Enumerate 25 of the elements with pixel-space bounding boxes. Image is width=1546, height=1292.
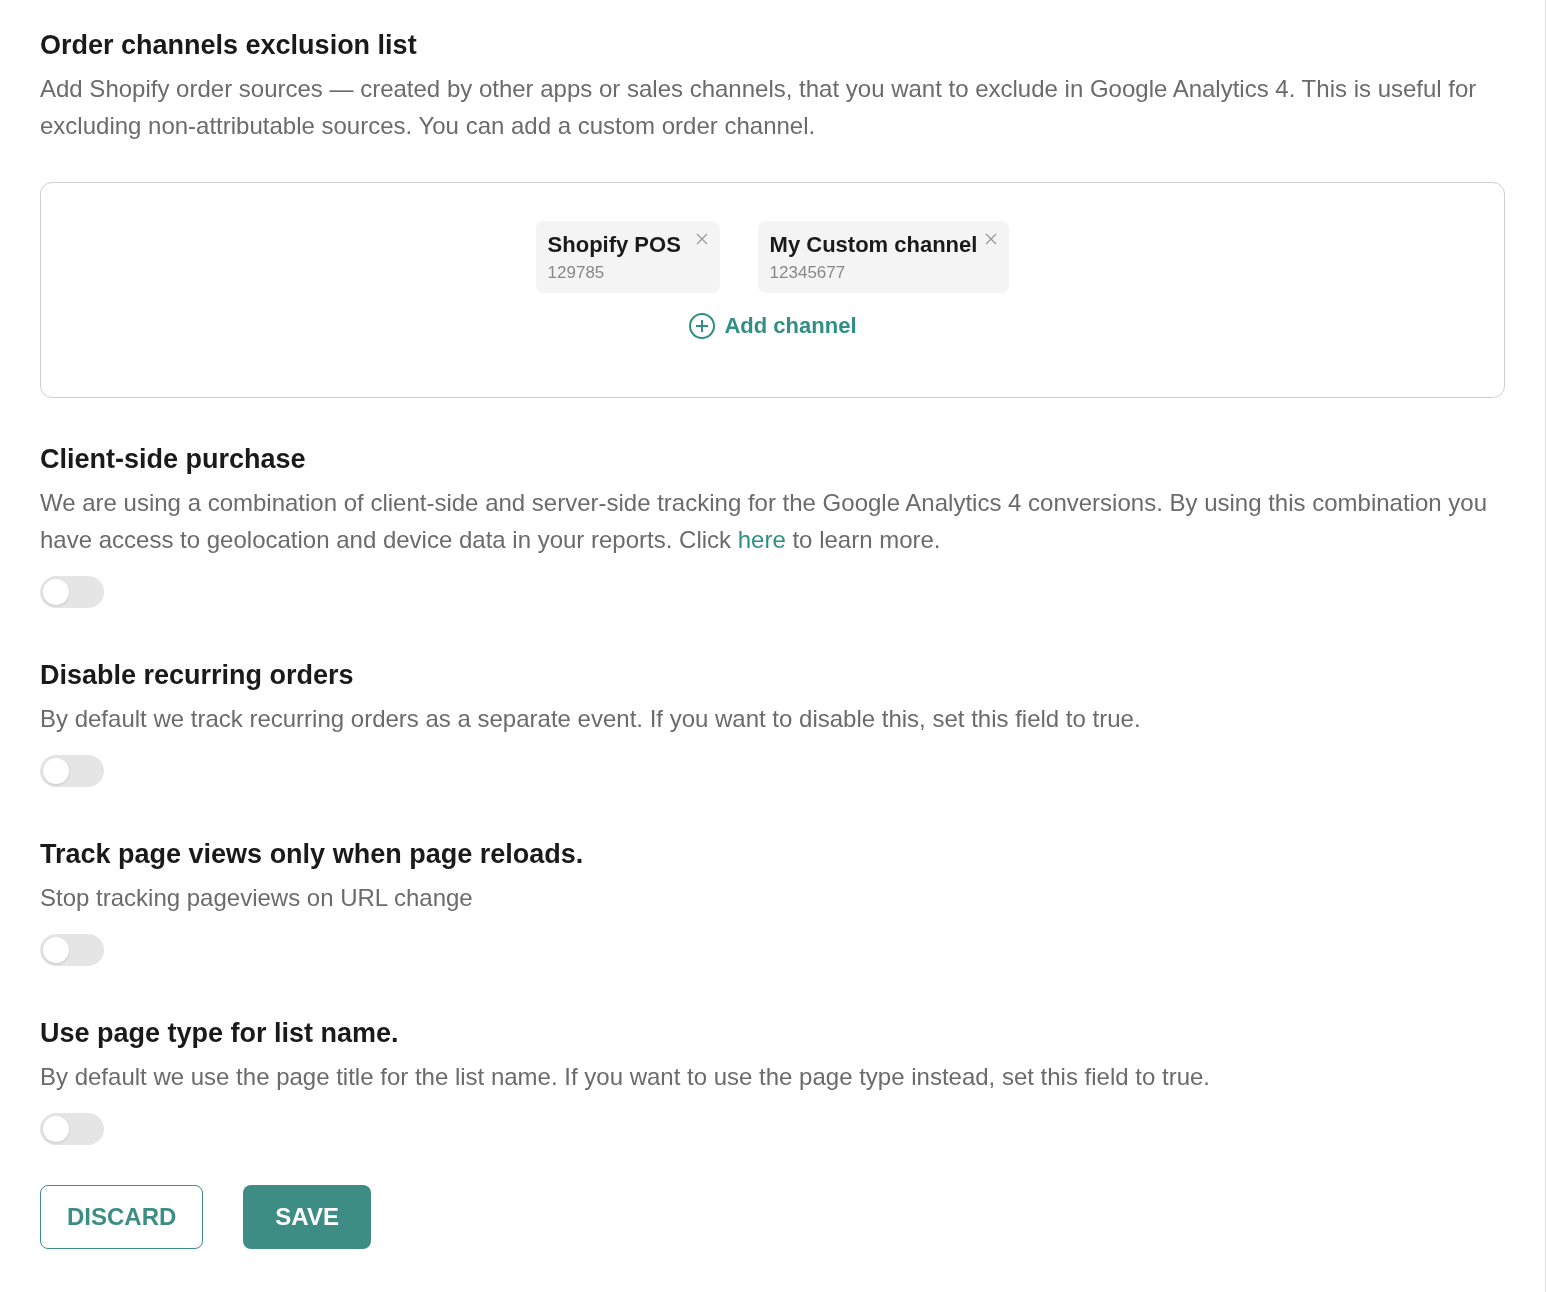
setting-title: Track page views only when page reloads. (40, 838, 585, 871)
channel-name: Shopify POS (547, 231, 682, 259)
close-icon[interactable] (985, 233, 998, 245)
setting-description: By default we track recurring orders as a separate event. If you want to disable this, set this field to true. (40, 704, 1142, 734)
toggle-switch[interactable] (40, 755, 104, 787)
learn-more-link[interactable]: here (737, 526, 786, 553)
discard-button[interactable]: DISCARD (40, 1185, 204, 1249)
plus-circle-icon (688, 311, 717, 340)
toggle-switch[interactable] (40, 934, 104, 966)
section-title: Order channels exclusion list (40, 29, 418, 62)
setting-description: By default we use the page title for the list name. If you want to use the page type instead, set this field to true. (40, 1062, 1212, 1092)
toggle-switch[interactable] (40, 576, 104, 608)
add-channel-button[interactable]: Add channel (688, 309, 857, 342)
setting-title: Disable recurring orders (40, 659, 355, 692)
close-icon[interactable] (695, 233, 708, 245)
setting-title: Use page type for list name. (40, 1017, 400, 1050)
section-description: Add Shopify order sources — created by other apps or sales channels, that you want to exclude in Google Analytics 4. This is useful for excluding non-attributable sources. You can add a custom order channel. (40, 74, 1478, 141)
channel-name: My Custom channel (769, 231, 978, 259)
channel-id: 129785 (547, 262, 606, 284)
channel-id: 12345677 (769, 262, 847, 284)
setting-title: Client-side purchase (40, 443, 307, 476)
toggle-switch[interactable] (40, 1113, 104, 1145)
setting-description: Stop tracking pageviews on URL change (40, 883, 474, 913)
setting-description: We are using a combination of client-side and server-side tracking for the Google Analytics 4 conversions. By using this combination you have access to geolocation and device data in your reports. Click here to learn more. (40, 488, 1488, 555)
save-button[interactable]: SAVE (243, 1185, 371, 1249)
